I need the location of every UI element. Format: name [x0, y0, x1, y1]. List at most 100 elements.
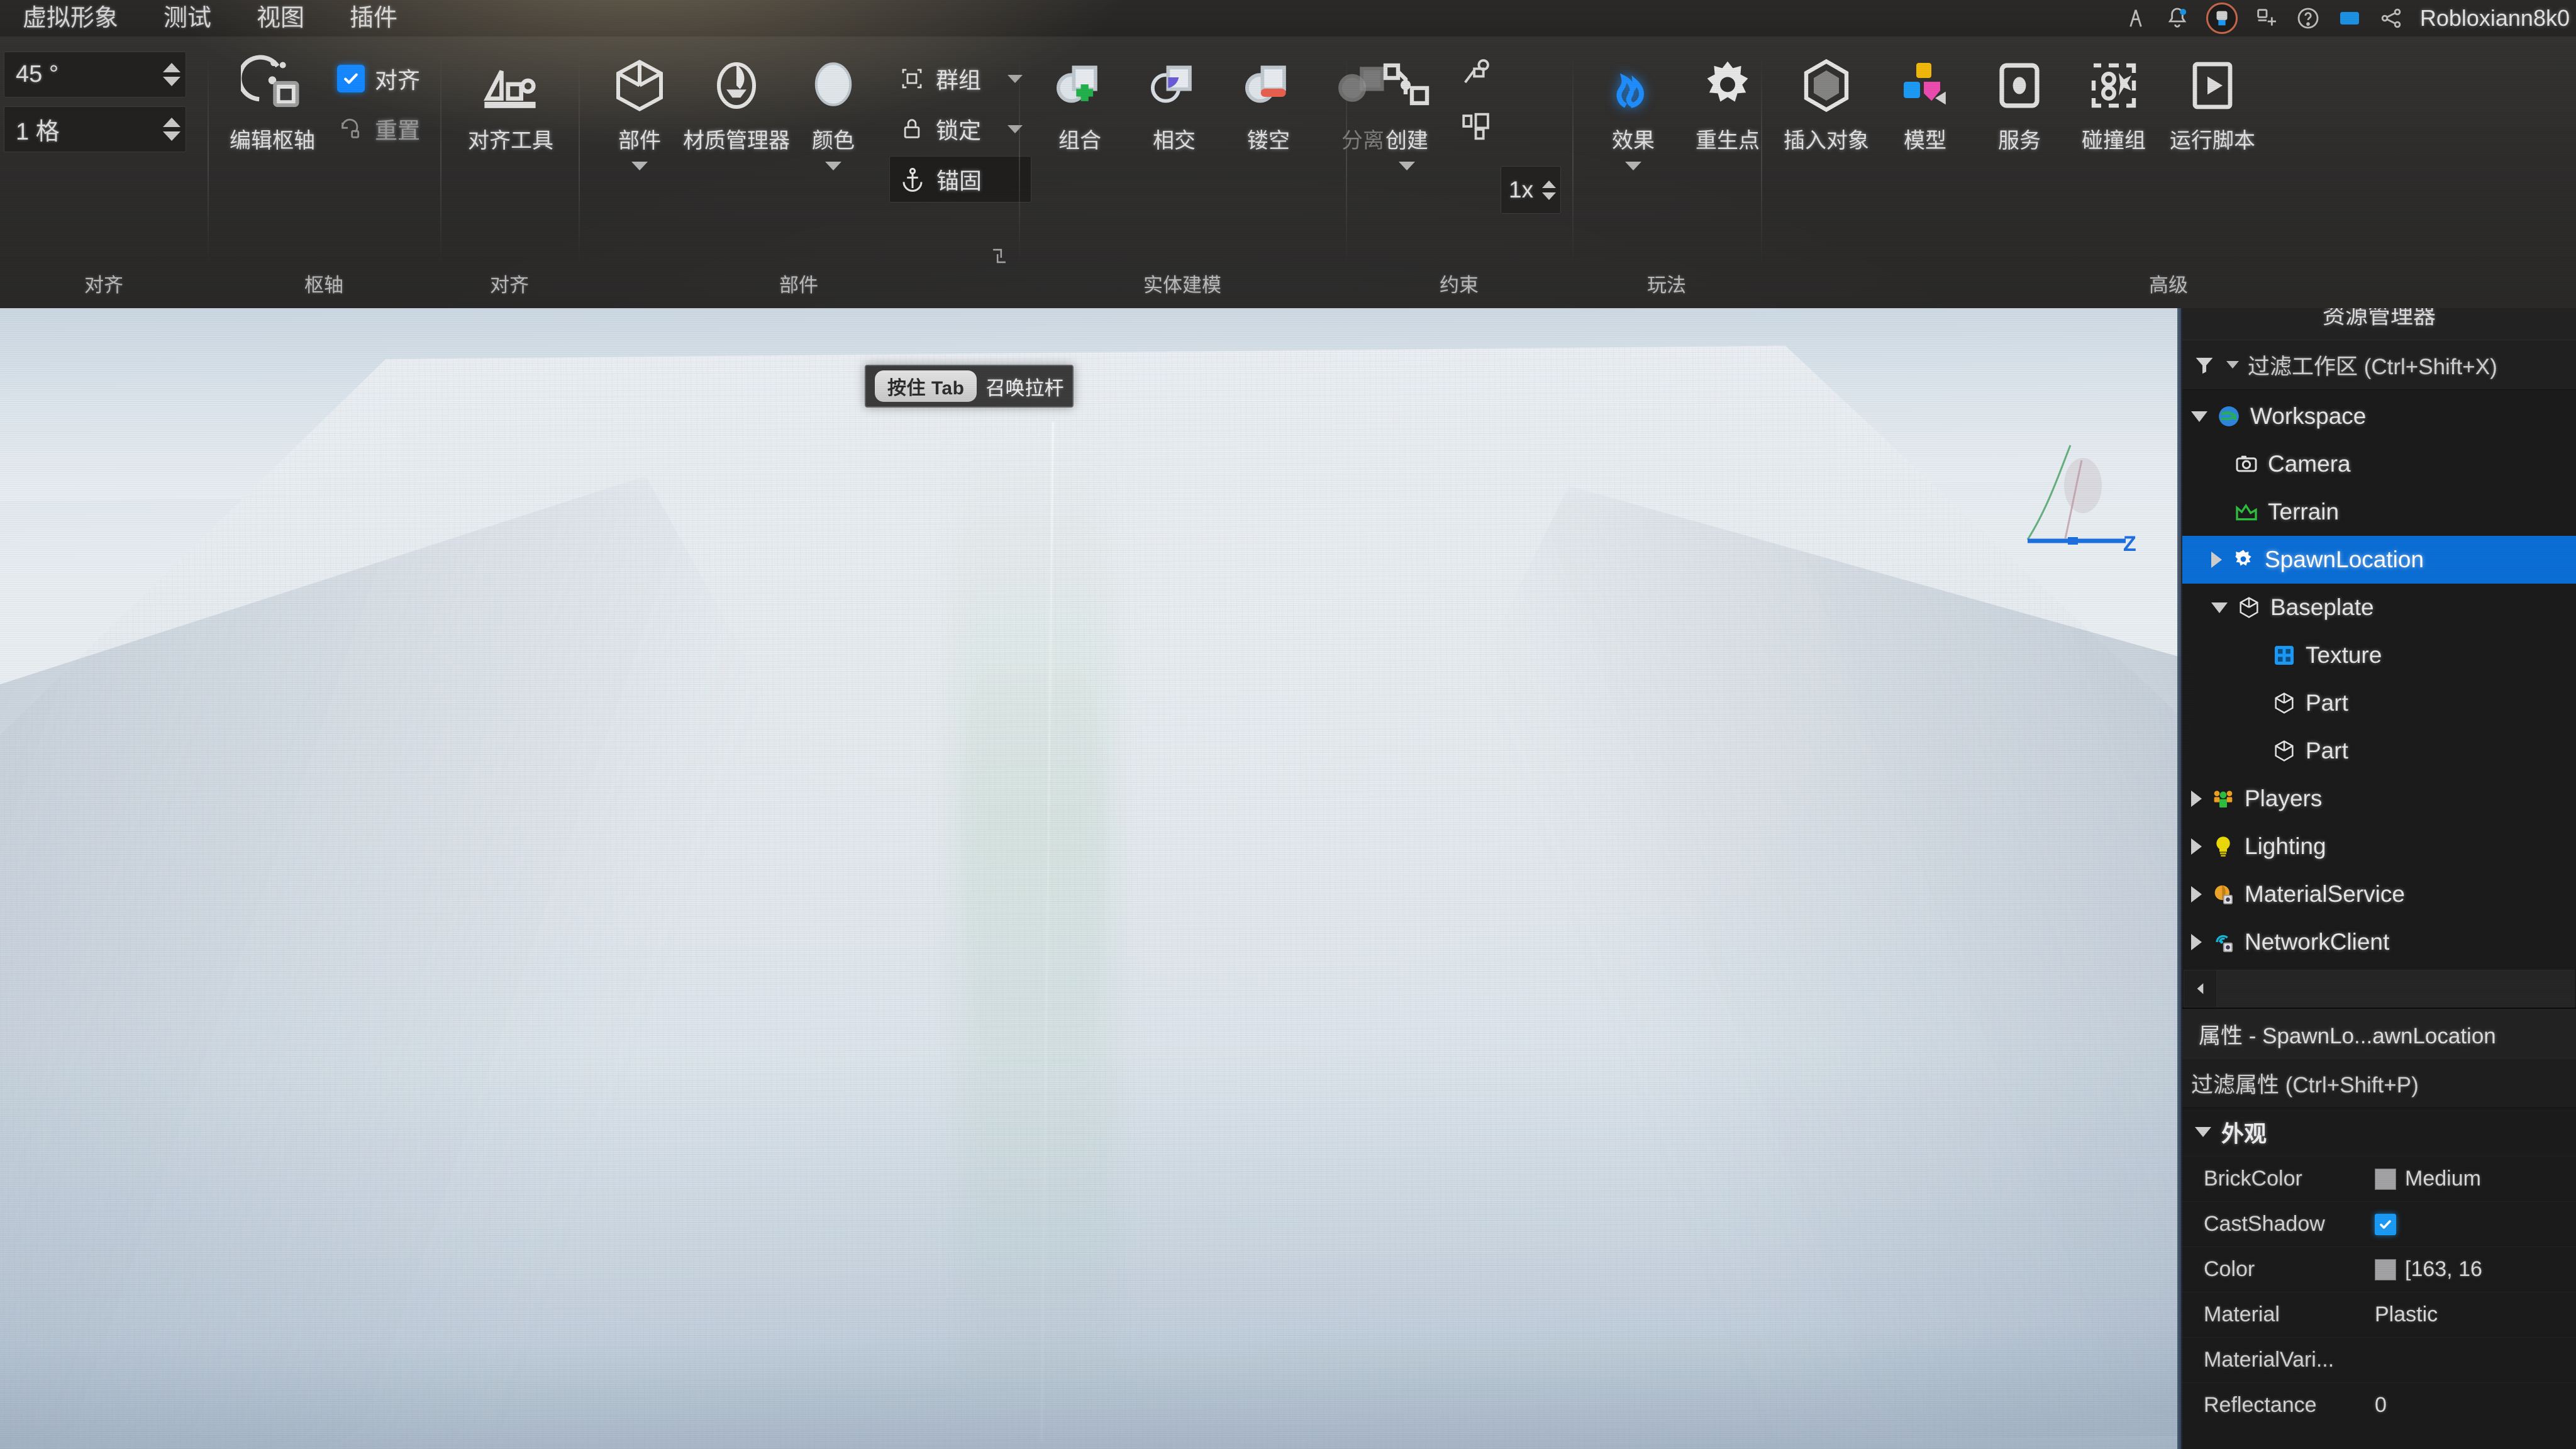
chevron-up-icon[interactable]	[163, 118, 180, 127]
property-row-castshadow[interactable]: CastShadow	[2182, 1201, 2576, 1246]
chevron-down-icon[interactable]	[1399, 162, 1415, 170]
property-value-text: Medium	[2405, 1167, 2481, 1191]
lock-row[interactable]: 锁定	[889, 106, 1031, 152]
tree-item-texture[interactable]: Texture	[2182, 631, 2576, 679]
chevron-down-icon[interactable]	[631, 162, 648, 170]
3d-viewport[interactable]	[0, 308, 2181, 1449]
constraint-scale-icon[interactable]	[1458, 107, 1497, 146]
pivot-snap-row[interactable]: 对齐	[328, 55, 429, 102]
notification-bell-icon[interactable]	[2165, 6, 2190, 31]
property-value[interactable]	[2375, 1213, 2396, 1235]
property-row-materialvariant[interactable]: MaterialVari...	[2182, 1337, 2576, 1382]
move-snap-stepper[interactable]	[163, 118, 180, 141]
chevron-down-icon[interactable]	[1625, 162, 1641, 170]
rotate-snap-stepper[interactable]	[163, 63, 180, 86]
menu-item-avatar[interactable]: 虚拟形象	[0, 0, 141, 36]
tree-item-workspace[interactable]: Workspace	[2182, 392, 2576, 440]
negate-button[interactable]: 镂空	[1221, 48, 1316, 154]
tree-item-lighting[interactable]: Lighting	[2182, 823, 2576, 870]
menu-item-view[interactable]: 视图	[234, 0, 327, 36]
property-value[interactable]: Medium	[2375, 1167, 2481, 1191]
property-row-brickcolor[interactable]: BrickColor Medium	[2182, 1156, 2576, 1201]
scroll-left-button[interactable]	[2184, 970, 2217, 1007]
part-group-dialog-launcher[interactable]	[989, 245, 1010, 267]
collision-groups-button[interactable]: 碰撞组	[2067, 48, 2161, 154]
property-value[interactable]: [163, 16	[2375, 1257, 2482, 1282]
right-dock: 资源管理器 过滤工作区 (Ctrl+Shift+X) Workspace Cam…	[2181, 288, 2576, 1449]
group-row[interactable]: 群组	[889, 55, 1031, 102]
explorer-tree: Workspace Camera Terrain SpawnLocation B…	[2182, 390, 2576, 966]
chevron-right-icon[interactable]	[2191, 886, 2202, 902]
model-button[interactable]: 模型	[1878, 48, 1972, 154]
service-button[interactable]: 服务	[1972, 48, 2067, 154]
tree-item-camera[interactable]: Camera	[2182, 440, 2576, 488]
chevron-down-icon[interactable]	[2211, 602, 2228, 613]
add-person-icon[interactable]	[2254, 6, 2279, 31]
edit-pivot-icon	[240, 52, 304, 119]
avatar[interactable]	[2206, 3, 2238, 34]
chevron-right-icon[interactable]	[2191, 791, 2202, 807]
chevron-right-icon[interactable]	[2191, 838, 2202, 855]
effects-button[interactable]: 效果	[1586, 48, 1680, 170]
rotate-snap-input[interactable]: 45 °	[4, 52, 186, 97]
cloud-icon[interactable]	[2337, 6, 2362, 31]
scrollbar-thumb[interactable]	[2217, 970, 2574, 1007]
color-swatch[interactable]	[2375, 1168, 2396, 1190]
checkbox-checked-icon[interactable]	[336, 65, 365, 92]
chevron-down-icon[interactable]	[825, 162, 841, 170]
people-icon[interactable]	[2123, 6, 2148, 31]
run-script-button[interactable]: 运行脚本	[2161, 48, 2264, 154]
align-tool-button[interactable]: 对齐工具	[459, 48, 562, 154]
pivot-reset-row[interactable]: 重置	[328, 106, 429, 152]
anchor-row[interactable]: 锚固	[889, 156, 1032, 203]
constraint-scale-spin[interactable]	[1542, 180, 1556, 200]
explorer-filter-input[interactable]: 过滤工作区 (Ctrl+Shift+X)	[2182, 340, 2576, 390]
material-manager-button[interactable]: 材质管理器	[683, 48, 790, 154]
chevron-down-icon[interactable]	[2191, 411, 2207, 422]
chevron-down-icon[interactable]	[163, 131, 180, 141]
explorer-horizontal-scrollbar[interactable]	[2184, 970, 2575, 1008]
constraint-details-icon[interactable]	[1458, 55, 1497, 94]
checkbox-checked-icon[interactable]	[2375, 1213, 2396, 1235]
properties-category-appearance[interactable]: 外观	[2182, 1108, 2576, 1156]
part-button[interactable]: 部件	[592, 48, 687, 170]
move-snap-input[interactable]: 1 格	[4, 106, 186, 152]
ribbon-toolbar: 45 ° 1 格 对齐 编辑枢轴 对齐 重置 枢轴 对齐工具 对齐 部件 材质管…	[0, 36, 2576, 308]
create-constraint-button[interactable]: 创建	[1360, 48, 1454, 170]
tree-item-spawnlocation[interactable]: SpawnLocation	[2182, 536, 2576, 584]
tree-item-part-1[interactable]: Part	[2182, 679, 2576, 727]
share-icon[interactable]	[2379, 6, 2404, 31]
properties-filter-input[interactable]: 过滤属性 (Ctrl+Shift+P)	[2182, 1059, 2576, 1108]
color-swatch[interactable]	[2375, 1258, 2396, 1280]
chevron-right-icon[interactable]	[2211, 552, 2222, 568]
property-row-reflectance[interactable]: Reflectance 0	[2182, 1382, 2576, 1428]
color-button[interactable]: 颜色	[786, 48, 880, 170]
chevron-up-icon[interactable]	[1542, 180, 1556, 188]
intersect-button[interactable]: 相交	[1127, 48, 1221, 154]
property-row-material[interactable]: Material Plastic	[2182, 1292, 2576, 1337]
ribbon-group-pivot: 编辑枢轴 对齐 重置 枢轴	[208, 36, 440, 308]
tab-hint-text: 召唤拉杆	[985, 377, 1064, 399]
chevron-down-icon[interactable]	[2195, 1127, 2211, 1137]
tree-item-materialservice[interactable]: MaterialService	[2182, 870, 2576, 918]
chevron-down-icon[interactable]	[163, 77, 180, 86]
tree-item-baseplate[interactable]: Baseplate	[2182, 584, 2576, 631]
constraint-scale-stepper[interactable]: 1x	[1501, 166, 1561, 214]
chevron-down-icon[interactable]	[2226, 361, 2239, 369]
chevron-down-icon[interactable]	[1542, 192, 1556, 200]
help-icon[interactable]	[2296, 6, 2321, 31]
part-cube-icon	[2270, 689, 2298, 717]
insert-object-button[interactable]: 插入对象	[1775, 48, 1878, 154]
menu-item-test[interactable]: 测试	[141, 0, 234, 36]
tree-item-networkclient[interactable]: NetworkClient	[2182, 918, 2576, 966]
menu-item-plugins[interactable]: 插件	[327, 0, 420, 36]
chevron-right-icon[interactable]	[2191, 934, 2202, 950]
union-button[interactable]: 组合	[1033, 48, 1127, 154]
chevron-up-icon[interactable]	[163, 63, 180, 72]
tree-item-part-2[interactable]: Part	[2182, 727, 2576, 775]
edit-pivot-button[interactable]: 编辑枢轴	[221, 48, 323, 154]
property-row-color[interactable]: Color [163, 16	[2182, 1246, 2576, 1292]
tree-item-terrain[interactable]: Terrain	[2182, 488, 2576, 536]
dock-resize-handle[interactable]	[2177, 288, 2182, 1449]
tree-item-players[interactable]: Players	[2182, 775, 2576, 823]
